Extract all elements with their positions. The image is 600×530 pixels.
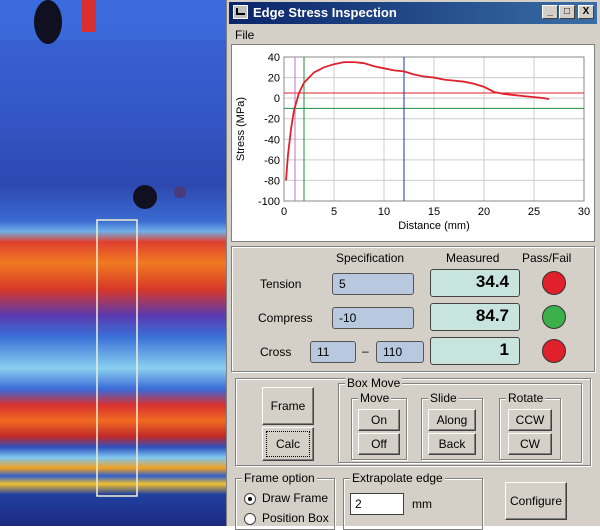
window-title: Edge Stress Inspection bbox=[253, 5, 397, 20]
position-box-label: Position Box bbox=[262, 511, 329, 525]
rotate-ccw-button[interactable]: CCW bbox=[508, 409, 552, 431]
y-tick-label: 20 bbox=[268, 73, 280, 85]
cross-measured: 1 bbox=[430, 337, 520, 365]
dark-hole bbox=[133, 185, 157, 209]
box-move-group: Box Move Move On Off Slide Along Back Ro… bbox=[338, 376, 582, 463]
box-move-title: Box Move bbox=[345, 376, 403, 390]
y-tick-label: -40 bbox=[264, 134, 280, 146]
controls-group: Frame Calc Box Move Move On Off Slide Al… bbox=[235, 376, 591, 466]
cross-status-lamp bbox=[542, 339, 566, 363]
pass-fail-header: Pass/Fail bbox=[522, 251, 572, 265]
extrapolate-title: Extrapolate edge bbox=[350, 471, 445, 485]
cross-min-field[interactable]: 11 bbox=[310, 341, 356, 363]
tension-spec-field[interactable]: 5 bbox=[332, 273, 414, 295]
y-tick-label: 0 bbox=[274, 93, 280, 105]
title-bar[interactable]: Edge Stress Inspection _ □ X bbox=[229, 2, 597, 24]
slide-title: Slide bbox=[428, 391, 459, 405]
slide-along-button[interactable]: Along bbox=[428, 409, 476, 431]
rotate-title: Rotate bbox=[506, 391, 546, 405]
x-tick-label: 30 bbox=[578, 206, 590, 218]
y-tick-label: 40 bbox=[268, 52, 280, 64]
close-button[interactable]: X bbox=[578, 5, 594, 19]
compress-measured: 84.7 bbox=[430, 303, 520, 331]
x-tick-label: 10 bbox=[378, 206, 390, 218]
minimize-button[interactable]: _ bbox=[542, 5, 558, 19]
position-box-radio[interactable] bbox=[244, 513, 256, 525]
x-tick-label: 5 bbox=[331, 206, 337, 218]
tension-measured: 34.4 bbox=[430, 269, 520, 297]
draw-frame-label: Draw Frame bbox=[262, 491, 329, 505]
red-mark bbox=[82, 0, 96, 32]
compress-status-lamp bbox=[542, 305, 566, 329]
cross-label: Cross bbox=[260, 345, 292, 359]
tension-status-lamp bbox=[542, 271, 566, 295]
stress-chart-svg: 0 5 10 15 20 25 30 40 20 0 -20 -40 -60 -80 -100 Distanc… bbox=[235, 52, 590, 232]
x-tick-label: 0 bbox=[281, 206, 287, 218]
y-tick-label: -100 bbox=[258, 196, 280, 208]
dark-spot bbox=[34, 0, 62, 44]
menu-bar: File bbox=[229, 26, 254, 44]
slide-back-button[interactable]: Back bbox=[428, 433, 476, 455]
menu-file[interactable]: File bbox=[235, 28, 254, 42]
rotate-cw-button[interactable]: CW bbox=[508, 433, 552, 455]
radio-selected-dot bbox=[248, 497, 252, 501]
stress-image-panel bbox=[0, 0, 226, 526]
app-icon bbox=[233, 5, 248, 19]
measured-header: Measured bbox=[446, 251, 500, 265]
frame-option-title: Frame option bbox=[242, 471, 317, 485]
app-window: Edge Stress Inspection _ □ X File 0 5 10 15… bbox=[226, 0, 600, 530]
extrapolate-input[interactable]: 2 bbox=[350, 493, 404, 515]
x-tick-label: 20 bbox=[478, 206, 490, 218]
calc-button[interactable]: Calc bbox=[262, 427, 314, 461]
y-tick-label: -60 bbox=[264, 155, 280, 167]
frame-option-group: Frame option Draw Frame Position Box bbox=[235, 471, 335, 530]
rotate-group: Rotate CCW CW bbox=[499, 391, 561, 460]
y-tick-label: -20 bbox=[264, 114, 280, 126]
compress-spec-field[interactable]: -10 bbox=[332, 307, 414, 329]
tension-label: Tension bbox=[260, 277, 302, 291]
spec-header: Specification bbox=[336, 251, 405, 265]
stress-curve bbox=[285, 61, 550, 181]
draw-frame-radio[interactable] bbox=[244, 493, 256, 505]
maximize-button[interactable]: □ bbox=[559, 5, 575, 19]
slide-group: Slide Along Back bbox=[421, 391, 483, 460]
move-title: Move bbox=[358, 391, 392, 405]
y-tick-label: -80 bbox=[264, 175, 280, 187]
extrapolate-unit: mm bbox=[412, 497, 432, 511]
extrapolate-group: Extrapolate edge 2 mm bbox=[343, 471, 483, 530]
photoelastic-image bbox=[0, 0, 226, 526]
configure-button[interactable]: Configure bbox=[505, 482, 567, 520]
results-group: Specification Measured Pass/Fail Tension… bbox=[231, 246, 595, 372]
cross-max-field[interactable]: 110 bbox=[376, 341, 424, 363]
y-axis-label: Stress (MPa) bbox=[235, 97, 247, 161]
frame-button[interactable]: Frame bbox=[262, 387, 314, 425]
x-tick-label: 25 bbox=[528, 206, 540, 218]
x-tick-label: 15 bbox=[428, 206, 440, 218]
cross-range-separator: – bbox=[362, 344, 369, 358]
stress-chart: 0 5 10 15 20 25 30 40 20 0 -20 -40 -60 -80 -100 Distanc… bbox=[231, 44, 595, 242]
compress-label: Compress bbox=[258, 311, 313, 325]
x-axis-label: Distance (mm) bbox=[398, 220, 470, 232]
move-group: Move On Off bbox=[351, 391, 407, 460]
move-on-button[interactable]: On bbox=[358, 409, 400, 431]
move-off-button[interactable]: Off bbox=[358, 433, 400, 455]
